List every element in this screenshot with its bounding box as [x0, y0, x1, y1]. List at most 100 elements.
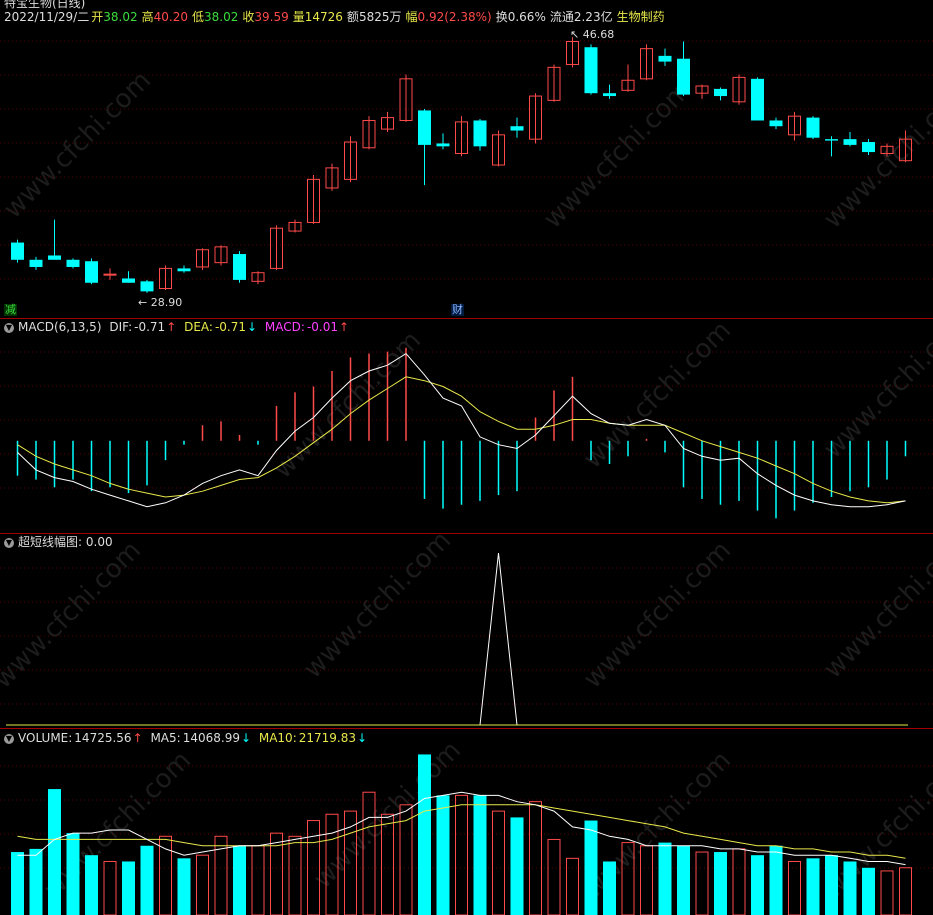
volume-bar: [418, 754, 431, 915]
volume-bar: [769, 845, 783, 915]
candle-body: [658, 55, 672, 62]
volume-bar: [566, 857, 579, 915]
candle-body: [769, 120, 783, 127]
volume-bar: [381, 813, 394, 915]
volume-bar: [307, 820, 320, 915]
volume-header: ▼ VOLUME: 14725.56↑ MA5: 14068.99↓ MA10: 217…: [4, 731, 371, 745]
volume-bar: [677, 845, 690, 915]
short-line-value: : 0.00: [78, 535, 113, 549]
reduce-holding-tag[interactable]: 减: [4, 304, 17, 316]
candle-body: [510, 126, 524, 131]
candle-body: [103, 273, 117, 276]
volume-bar: [529, 801, 542, 915]
candle-body: [48, 255, 61, 260]
change-label: 幅: [405, 10, 418, 24]
volume-bar: [621, 842, 635, 915]
open-value: 38.02: [103, 10, 138, 24]
volume-bar: [640, 845, 653, 915]
macd-title[interactable]: MACD(6,13,5): [18, 320, 102, 334]
macd-label: MACD:: [264, 320, 305, 334]
open-label: 开: [91, 10, 104, 24]
candle-body: [436, 143, 450, 147]
volume-bar: [362, 791, 376, 915]
volume-bar: [473, 795, 487, 915]
ma5-value: 14068.99: [182, 731, 240, 745]
panel-separator: [0, 533, 933, 534]
volume-bar: [66, 833, 80, 915]
low-label: 低: [191, 10, 204, 24]
candle-body: [85, 261, 98, 283]
high-price-marker: ↖ 46.68: [570, 28, 615, 41]
volume-bar: [11, 852, 24, 915]
candle-body: [473, 120, 487, 147]
volume-value: 14725.56: [74, 731, 132, 745]
arrow-up-icon: ↑: [132, 731, 143, 745]
arrow-up-icon: ↑: [339, 320, 350, 334]
candle-body: [825, 139, 838, 141]
candle-body: [862, 142, 875, 153]
volume-bar: [510, 817, 524, 915]
volume-bar: [714, 852, 727, 915]
candle-body: [122, 278, 135, 283]
dea-label: DEA:: [184, 320, 213, 334]
arrow-down-icon: ↓: [357, 731, 368, 745]
dea-value: -0.71: [214, 320, 247, 334]
turnover-label: 换: [495, 10, 508, 24]
candle-body: [677, 58, 690, 95]
volume-bar: [436, 795, 450, 915]
candle-body: [806, 117, 820, 138]
volume-bar: [880, 870, 894, 915]
volume-bar: [251, 845, 265, 915]
float-label: 流通: [549, 10, 574, 24]
volume-bar: [899, 867, 912, 915]
short-line-header: ▼ 超短线幅图: 0.00: [4, 535, 117, 549]
short-line-title[interactable]: 超短线幅图: [18, 535, 78, 549]
low-price-value: 28.90: [150, 296, 183, 309]
short-line: [17, 552, 906, 726]
volume-bar: [751, 855, 764, 915]
candle-body: [751, 78, 764, 121]
high-price-value: 46.68: [582, 28, 615, 41]
panel-separator: [0, 728, 933, 729]
candle-body: [843, 139, 857, 145]
high-value: 40.20: [153, 10, 188, 24]
float-value: 2.23亿: [573, 10, 613, 24]
arrow-up-icon: ↑: [166, 320, 177, 334]
volume-bar: [584, 820, 598, 915]
volume-bar: [233, 845, 246, 915]
indicator-menu-icon[interactable]: ▼: [4, 733, 14, 744]
dif-value: -0.71: [134, 320, 166, 334]
volume-title[interactable]: VOLUME:: [18, 731, 72, 745]
candle-body: [29, 259, 43, 267]
candle-body: [177, 268, 191, 272]
date-label: 2022/11/29/二: [4, 10, 90, 24]
volume-bar: [492, 810, 505, 915]
volume-bar: [196, 854, 209, 915]
change-value: 0.92(2.38%): [417, 10, 492, 24]
volume-bar: [140, 845, 154, 915]
volume-bar: [122, 861, 135, 915]
candle-body: [140, 281, 154, 292]
volume-bar: [658, 842, 672, 915]
volume-bar: [806, 858, 820, 915]
volume-bar: [862, 867, 875, 915]
indicator-menu-icon[interactable]: ▼: [4, 537, 14, 548]
finance-report-tag[interactable]: 财: [451, 304, 464, 316]
arrow-down-icon: ↓: [247, 320, 258, 334]
turnover-value: 0.66%: [507, 10, 546, 24]
amount-label: 额: [346, 10, 359, 24]
volume-bar: [603, 861, 616, 915]
ma10-value: 21719.83: [298, 731, 356, 745]
volume-bar: [732, 848, 746, 915]
ma10-label: MA10:: [258, 731, 297, 745]
volume-bar: [788, 860, 801, 915]
low-price-marker: ← 28.90: [138, 296, 183, 309]
kline-chart[interactable]: [0, 0, 933, 915]
volume-label: 量: [292, 10, 305, 24]
volume-bar: [159, 835, 172, 915]
quote-bar: 2022/11/29/二 开38.02 高40.20 低38.02 收39.59 量147…: [4, 10, 669, 24]
indicator-menu-icon[interactable]: ▼: [4, 322, 14, 333]
arrow-down-icon: ↓: [240, 731, 252, 745]
panel-separator: [0, 318, 933, 319]
volume-bar: [325, 813, 339, 915]
